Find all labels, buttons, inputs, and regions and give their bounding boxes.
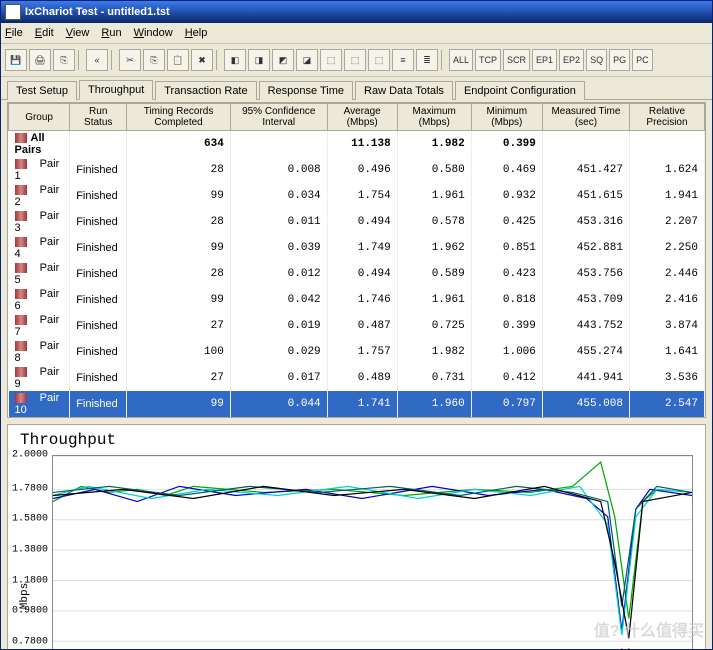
pair-icon: [15, 159, 27, 169]
app-window: IxChariot Test - untitled1.tst File Edit V…: [0, 0, 713, 650]
filter-all[interactable]: ALL: [449, 49, 473, 71]
tab-test-setup[interactable]: Test Setup: [7, 81, 77, 100]
menu-view[interactable]: View: [66, 27, 90, 39]
results-table: GroupRun StatusTiming Records Completed9…: [7, 102, 706, 418]
col-header[interactable]: Minimum (Mbps): [471, 104, 542, 131]
net2-icon[interactable]: ⬚: [344, 49, 366, 71]
all-pairs-row[interactable]: All Pairs63411.1381.9820.399: [9, 131, 705, 158]
chart-title: Throughput: [12, 429, 701, 451]
delete-icon[interactable]: ✖: [191, 49, 213, 71]
toolbar: 💾🖨⎘«✂⎘📋✖◧◨◩◪⬚⬚⬚≡≣ALLTCPSCREP1EP2SQPGPC: [1, 44, 712, 77]
net-icon[interactable]: ⬚: [320, 49, 342, 71]
pair-icon: [15, 315, 27, 325]
tab-response-time[interactable]: Response Time: [259, 81, 353, 100]
back-icon[interactable]: «: [86, 49, 108, 71]
filter-ep2[interactable]: EP2: [559, 49, 584, 71]
plot-area[interactable]: [52, 455, 693, 650]
app-icon: [5, 4, 21, 20]
pair-icon: [15, 263, 27, 273]
y-axis-ticks: 0.38000.58000.78000.98001.18001.38001.58…: [14, 455, 50, 650]
save-icon[interactable]: 💾: [5, 49, 27, 71]
window-title: IxChariot Test - untitled1.tst: [25, 6, 170, 18]
col-header[interactable]: Group: [9, 104, 70, 131]
col-header[interactable]: Run Status: [70, 104, 127, 131]
pair-icon: [15, 393, 27, 403]
table-row[interactable]: Pair 7Finished270.0190.4870.7250.399443.…: [9, 313, 705, 339]
hosts4-icon[interactable]: ◪: [296, 49, 318, 71]
filter-ep1[interactable]: EP1: [532, 49, 557, 71]
net3-icon[interactable]: ⬚: [368, 49, 390, 71]
table-row[interactable]: Pair 8Finished1000.0291.7571.9821.006455…: [9, 339, 705, 365]
filter-tcp[interactable]: TCP: [475, 49, 501, 71]
chart-lines: [53, 456, 692, 650]
menu-window[interactable]: Window: [134, 27, 173, 39]
table-row[interactable]: Pair 2Finished990.0341.7541.9610.932451.…: [9, 183, 705, 209]
title-bar[interactable]: IxChariot Test - untitled1.tst: [1, 1, 712, 23]
group-icon: [15, 133, 27, 143]
table-row[interactable]: Pair 6Finished990.0421.7461.9610.818453.…: [9, 287, 705, 313]
table-row[interactable]: Pair 4Finished990.0391.7491.9620.851452.…: [9, 235, 705, 261]
table-row[interactable]: Pair 9Finished270.0170.4890.7310.412441.…: [9, 365, 705, 391]
pair-icon: [15, 341, 27, 351]
pair12-icon[interactable]: ≣: [416, 49, 438, 71]
cut-icon[interactable]: ✂: [119, 49, 141, 71]
table-row[interactable]: Pair 5Finished280.0120.4940.5890.423453.…: [9, 261, 705, 287]
table-row[interactable]: Pair 10Finished990.0441.7411.9600.797455…: [9, 391, 705, 417]
pair-icon: [15, 289, 27, 299]
hosts2-icon[interactable]: ◨: [248, 49, 270, 71]
col-header[interactable]: Measured Time (sec): [542, 104, 629, 131]
col-header[interactable]: 95% Confidence Interval: [230, 104, 327, 131]
pair-icon: [15, 211, 27, 221]
tab-endpoint-configuration[interactable]: Endpoint Configuration: [455, 81, 585, 100]
col-header[interactable]: Relative Precision: [629, 104, 704, 131]
export-icon[interactable]: ⎘: [53, 49, 75, 71]
print-icon[interactable]: 🖨: [29, 49, 51, 71]
tab-transaction-rate[interactable]: Transaction Rate: [155, 81, 256, 100]
col-header[interactable]: Timing Records Completed: [127, 104, 231, 131]
col-header[interactable]: Maximum (Mbps): [397, 104, 471, 131]
hosts3-icon[interactable]: ◩: [272, 49, 294, 71]
table-row[interactable]: Pair 3Finished280.0110.4940.5780.425453.…: [9, 209, 705, 235]
filter-pc[interactable]: PC: [632, 49, 653, 71]
menu-bar: File Edit View Run Window Help: [1, 23, 712, 44]
hosts-icon[interactable]: ◧: [224, 49, 246, 71]
menu-help[interactable]: Help: [185, 27, 208, 39]
table-row[interactable]: Pair 1Finished280.0080.4960.5800.469451.…: [9, 157, 705, 183]
copy-icon[interactable]: ⎘: [143, 49, 165, 71]
menu-file[interactable]: File: [5, 27, 23, 39]
pair-icon: [15, 185, 27, 195]
col-header[interactable]: Average (Mbps): [327, 104, 397, 131]
chart-panel: Throughput Mbps 0.38000.58000.78000.9800…: [7, 424, 706, 650]
pair-icon: [15, 367, 27, 377]
menu-edit[interactable]: Edit: [35, 27, 54, 39]
filter-sq[interactable]: SQ: [586, 49, 607, 71]
filter-scr[interactable]: SCR: [503, 49, 530, 71]
tab-strip: Test SetupThroughputTransaction RateResp…: [1, 77, 712, 100]
pair-icon: [15, 237, 27, 247]
paste-icon[interactable]: 📋: [167, 49, 189, 71]
pair-icon[interactable]: ≡: [392, 49, 414, 71]
tab-throughput[interactable]: Throughput: [79, 80, 153, 100]
tab-raw-data-totals[interactable]: Raw Data Totals: [355, 81, 453, 100]
filter-pg[interactable]: PG: [609, 49, 630, 71]
menu-run[interactable]: Run: [101, 27, 121, 39]
chart-area: Mbps 0.38000.58000.78000.98001.18001.380…: [52, 455, 693, 650]
